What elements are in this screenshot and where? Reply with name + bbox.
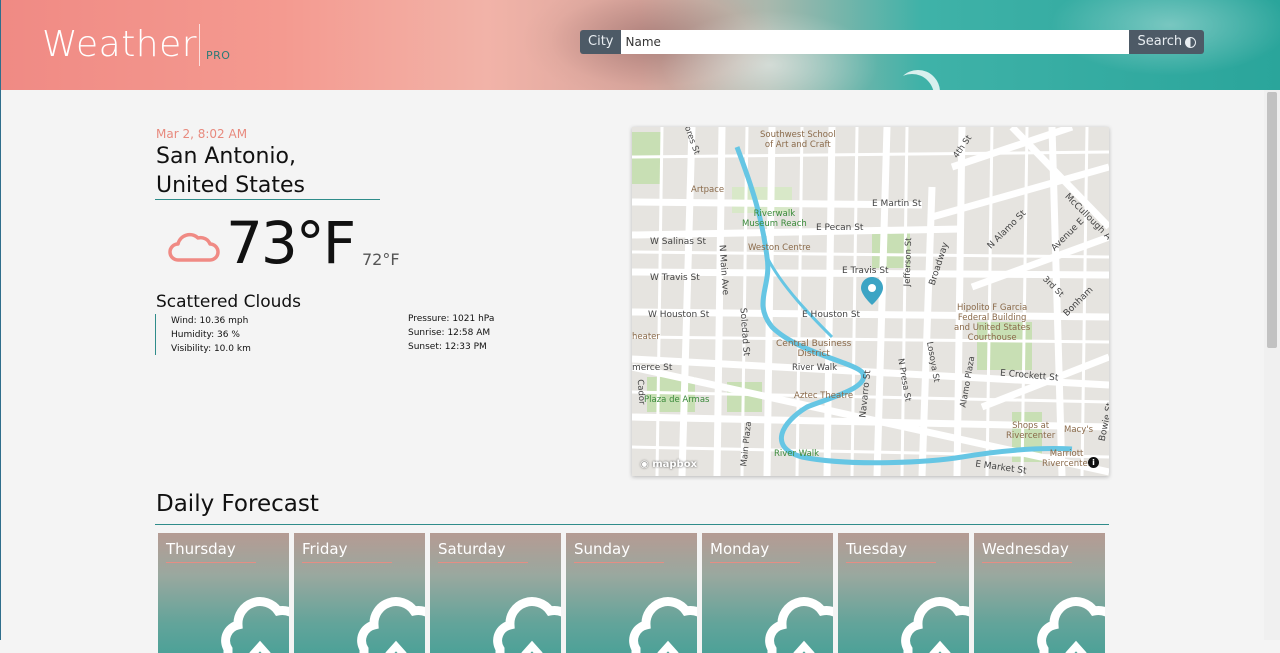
moon-icon bbox=[896, 70, 940, 90]
forecast-day: Wednesday bbox=[982, 540, 1069, 558]
map-label: E Travis St bbox=[842, 266, 889, 276]
cloud-icon bbox=[629, 597, 697, 653]
sunrise-stat: Sunrise: 12:58 AM bbox=[408, 328, 491, 338]
logo-pro-badge: PRO bbox=[206, 49, 231, 62]
wind-stat: Wind: 10.36 mph bbox=[171, 316, 249, 326]
cloud-icon bbox=[765, 597, 833, 653]
map-label: heater bbox=[632, 332, 660, 342]
city-name: San Antonio, United States bbox=[156, 142, 396, 200]
forecast-day-underline bbox=[846, 562, 936, 563]
search-button[interactable]: Search bbox=[1129, 30, 1205, 54]
forecast-day-underline bbox=[574, 562, 664, 563]
map-label: W Salinas St bbox=[650, 237, 706, 247]
map-label: Macy's bbox=[1064, 425, 1094, 435]
city-divider bbox=[155, 199, 380, 200]
cloud-icon bbox=[221, 597, 289, 653]
map-label: W Houston St bbox=[648, 310, 710, 320]
scrollbar-thumb[interactable] bbox=[1267, 92, 1277, 348]
cloud-icon bbox=[493, 597, 561, 653]
forecast-card[interactable]: Tuesday bbox=[838, 533, 969, 653]
search-button-label: Search bbox=[1137, 34, 1183, 49]
forecast-card[interactable]: Monday bbox=[702, 533, 833, 653]
map-label: E Houston St bbox=[802, 310, 861, 320]
cloud-icon bbox=[166, 228, 220, 268]
humidity-stat: Humidity: 36 % bbox=[171, 330, 240, 340]
window-edge bbox=[0, 0, 1, 640]
visibility-stat: Visibility: 10.0 km bbox=[171, 344, 251, 354]
map-label: Artpace bbox=[691, 185, 725, 195]
forecast-day-underline bbox=[438, 562, 528, 563]
forecast-card[interactable]: Friday bbox=[294, 533, 425, 653]
cloud-icon bbox=[357, 597, 425, 653]
map-label: Marriott Rivercenter bbox=[1042, 449, 1092, 469]
city-search: City Search bbox=[580, 30, 1205, 54]
map-label: Hipolito F Garcia Federal Building and Uni… bbox=[954, 303, 1031, 343]
weather-details-left: Wind: 10.36 mph Humidity: 36 % Visibilit… bbox=[155, 314, 251, 355]
city-map[interactable]: Southwest School of Art and Craft Flores … bbox=[632, 127, 1109, 476]
forecast-day: Friday bbox=[302, 540, 348, 558]
weather-details-right: Pressure: 1021 hPa Sunrise: 12:58 AM Sun… bbox=[408, 312, 494, 354]
city-name-line1: San Antonio, bbox=[156, 144, 296, 169]
forecast-day-underline bbox=[982, 562, 1072, 563]
app-logo[interactable]: Weather bbox=[42, 24, 197, 65]
forecast-divider bbox=[155, 524, 1109, 525]
forecast-day: Sunday bbox=[574, 540, 631, 558]
forecast-card[interactable]: Sunday bbox=[566, 533, 697, 653]
forecast-day-underline bbox=[302, 562, 392, 563]
map-label: Central Business District bbox=[776, 339, 852, 359]
forecast-title: Daily Forecast bbox=[156, 491, 319, 517]
mapbox-logo[interactable]: ◉ mapbox bbox=[640, 459, 697, 470]
map-label: Plaza de Armas bbox=[644, 395, 710, 405]
forecast-day-underline bbox=[166, 562, 256, 563]
city-name-input[interactable] bbox=[621, 30, 1130, 54]
map-label: River Walk bbox=[774, 449, 820, 459]
cloud-icon bbox=[901, 597, 969, 653]
map-label: E Martin St bbox=[872, 199, 922, 209]
mapbox-attribution: mapbox bbox=[652, 459, 698, 470]
forecast-day: Monday bbox=[710, 540, 770, 558]
header: Weather PRO City Search bbox=[0, 0, 1280, 90]
weather-condition: Scattered Clouds bbox=[156, 292, 302, 312]
sunset-stat: Sunset: 12:33 PM bbox=[408, 342, 487, 352]
info-icon[interactable]: i bbox=[1088, 457, 1099, 468]
map-label: merce St bbox=[632, 363, 673, 373]
map-label: Jefferson St bbox=[902, 237, 915, 287]
forecast-card[interactable]: Saturday bbox=[430, 533, 561, 653]
feels-like-temperature: 72°F bbox=[362, 250, 400, 269]
map-pin-icon[interactable] bbox=[861, 277, 883, 305]
pressure-stat: Pressure: 1021 hPa bbox=[408, 314, 495, 324]
city-label: City bbox=[580, 30, 622, 54]
map-label: Aztec Theatre bbox=[794, 391, 854, 401]
map-label: Riverwalk Museum Reach bbox=[742, 209, 807, 229]
forecast-day: Saturday bbox=[438, 540, 506, 558]
map-label: W Travis St bbox=[650, 273, 700, 283]
map-label: River Walk bbox=[792, 363, 838, 373]
logo-divider bbox=[199, 24, 200, 66]
forecast-day: Thursday bbox=[166, 540, 236, 558]
forecast-day: Tuesday bbox=[846, 540, 908, 558]
city-name-line2: United States bbox=[156, 173, 305, 198]
map-label: Southwest School of Art and Craft bbox=[760, 130, 836, 150]
forecast-card[interactable]: Wednesday bbox=[974, 533, 1105, 653]
map-label: E Pecan St bbox=[816, 223, 864, 233]
map-label: Shops at Rivercenter bbox=[1006, 421, 1056, 441]
current-temperature: 73°F bbox=[226, 209, 356, 277]
forecast-day-underline bbox=[710, 562, 800, 563]
forecast-card[interactable]: Thursday bbox=[158, 533, 289, 653]
map-label: Weston Centre bbox=[748, 243, 811, 253]
scrollbar[interactable] bbox=[1264, 90, 1280, 640]
contrast-icon[interactable] bbox=[1185, 36, 1197, 48]
cloud-icon bbox=[1037, 597, 1105, 653]
current-datetime: Mar 2, 8:02 AM bbox=[156, 127, 248, 141]
forecast-cards: Thursday Friday Saturday Sunday Monday T… bbox=[158, 533, 1105, 653]
